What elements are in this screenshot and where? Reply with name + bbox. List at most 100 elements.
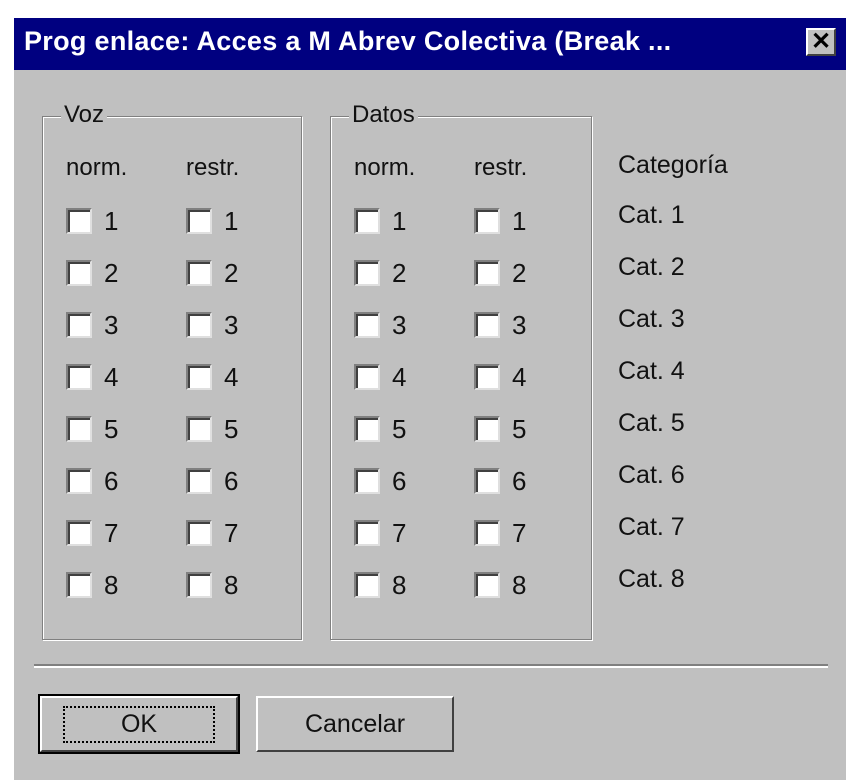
voz-norm-checkbox-4[interactable]: 4	[66, 360, 118, 394]
close-button[interactable]: ✕	[806, 28, 836, 56]
voz-restr-checkbox-4[interactable]: 4	[186, 360, 238, 394]
datos-restr-checkbox-1[interactable]: 1	[474, 204, 526, 238]
checkbox-box[interactable]	[474, 364, 500, 390]
checkbox-label: 7	[512, 517, 527, 548]
checkbox-box[interactable]	[66, 312, 92, 338]
datos-restr-checkbox-3[interactable]: 3	[474, 308, 526, 342]
voz-norm-checkbox-6[interactable]: 6	[66, 464, 118, 498]
voz-norm-checkbox-8[interactable]: 8	[66, 568, 118, 602]
checkbox-box[interactable]	[474, 416, 500, 442]
checkbox-label: 1	[392, 205, 407, 236]
checkbox-label: 6	[512, 465, 527, 496]
cancel-button[interactable]: Cancelar	[256, 696, 454, 752]
checkbox-label: 4	[512, 361, 527, 392]
checkbox-box[interactable]	[66, 468, 92, 494]
checkbox-label: 7	[224, 517, 239, 548]
checkbox-box[interactable]	[354, 520, 380, 546]
voz-restr-checkbox-7[interactable]: 7	[186, 516, 238, 550]
checkbox-box[interactable]	[186, 520, 212, 546]
separator-line	[34, 664, 828, 668]
checkbox-label: 4	[392, 361, 407, 392]
checkbox-box[interactable]	[66, 572, 92, 598]
datos-restr-checkbox-2[interactable]: 2	[474, 256, 526, 290]
checkbox-box[interactable]	[474, 312, 500, 338]
checkbox-box[interactable]	[186, 572, 212, 598]
voz-group-label: Voz	[61, 101, 108, 129]
categoria-item-8: Cat. 8	[618, 565, 685, 593]
checkbox-box[interactable]	[354, 468, 380, 494]
checkbox-label: 2	[512, 257, 527, 288]
checkbox-box[interactable]	[66, 208, 92, 234]
categoria-item-5: Cat. 5	[618, 409, 685, 437]
ok-button[interactable]: OK	[38, 694, 240, 754]
window-title: Prog enlace: Acces a M Abrev Colectiva (…	[24, 26, 672, 56]
checkbox-label: 1	[512, 205, 527, 236]
checkbox-label: 7	[392, 517, 407, 548]
voz-norm-checkbox-2[interactable]: 2	[66, 256, 118, 290]
checkbox-label: 3	[224, 309, 239, 340]
checkbox-box[interactable]	[186, 364, 212, 390]
checkbox-box[interactable]	[186, 312, 212, 338]
datos-norm-checkbox-1[interactable]: 1	[354, 204, 406, 238]
datos-norm-checkbox-6[interactable]: 6	[354, 464, 406, 498]
datos-norm-checkbox-5[interactable]: 5	[354, 412, 406, 446]
datos-restr-header: restr.	[474, 154, 528, 181]
checkbox-box[interactable]	[66, 260, 92, 286]
datos-norm-checkbox-3[interactable]: 3	[354, 308, 406, 342]
checkbox-box[interactable]	[186, 260, 212, 286]
checkbox-label: 8	[224, 569, 239, 600]
voz-restr-checkbox-6[interactable]: 6	[186, 464, 238, 498]
datos-restr-checkbox-6[interactable]: 6	[474, 464, 526, 498]
datos-norm-checkbox-7[interactable]: 7	[354, 516, 406, 550]
checkbox-box[interactable]	[474, 208, 500, 234]
checkbox-box[interactable]	[66, 364, 92, 390]
close-icon: ✕	[810, 28, 832, 55]
datos-norm-checkbox-4[interactable]: 4	[354, 360, 406, 394]
datos-restr-checkbox-4[interactable]: 4	[474, 360, 526, 394]
checkbox-box[interactable]	[186, 416, 212, 442]
checkbox-box[interactable]	[474, 260, 500, 286]
checkbox-box[interactable]	[354, 364, 380, 390]
voz-norm-checkbox-3[interactable]: 3	[66, 308, 118, 342]
categoria-item-1: Cat. 1	[618, 201, 685, 229]
voz-restr-checkbox-8[interactable]: 8	[186, 568, 238, 602]
categoria-header: Categoría	[618, 151, 728, 179]
checkbox-label: 5	[224, 413, 239, 444]
checkbox-box[interactable]	[186, 468, 212, 494]
checkbox-box[interactable]	[354, 416, 380, 442]
checkbox-box[interactable]	[474, 572, 500, 598]
checkbox-label: 3	[512, 309, 527, 340]
checkbox-box[interactable]	[354, 572, 380, 598]
voz-norm-checkbox-5[interactable]: 5	[66, 412, 118, 446]
categoria-item-7: Cat. 7	[618, 513, 685, 541]
checkbox-box[interactable]	[186, 208, 212, 234]
checkbox-label: 3	[104, 309, 119, 340]
checkbox-box[interactable]	[354, 208, 380, 234]
checkbox-box[interactable]	[66, 520, 92, 546]
title-bar: Prog enlace: Acces a M Abrev Colectiva (…	[14, 18, 846, 70]
voz-restr-checkbox-3[interactable]: 3	[186, 308, 238, 342]
voz-norm-checkbox-1[interactable]: 1	[66, 204, 118, 238]
voz-restr-checkbox-5[interactable]: 5	[186, 412, 238, 446]
datos-norm-header: norm.	[354, 154, 416, 181]
datos-restr-checkbox-7[interactable]: 7	[474, 516, 526, 550]
checkbox-box[interactable]	[474, 520, 500, 546]
checkbox-label: 5	[104, 413, 119, 444]
checkbox-box[interactable]	[354, 260, 380, 286]
voz-restr-checkbox-2[interactable]: 2	[186, 256, 238, 290]
categoria-item-2: Cat. 2	[618, 253, 685, 281]
voz-restr-checkbox-1[interactable]: 1	[186, 204, 238, 238]
voz-norm-header: norm.	[66, 154, 128, 181]
checkbox-box[interactable]	[66, 416, 92, 442]
datos-norm-checkbox-2[interactable]: 2	[354, 256, 406, 290]
datos-restr-checkbox-8[interactable]: 8	[474, 568, 526, 602]
checkbox-box[interactable]	[354, 312, 380, 338]
checkbox-label: 1	[104, 205, 119, 236]
datos-restr-checkbox-5[interactable]: 5	[474, 412, 526, 446]
checkbox-label: 2	[224, 257, 239, 288]
categoria-item-3: Cat. 3	[618, 305, 685, 333]
datos-norm-checkbox-8[interactable]: 8	[354, 568, 406, 602]
ok-button-label: OK	[62, 705, 216, 743]
voz-norm-checkbox-7[interactable]: 7	[66, 516, 118, 550]
checkbox-box[interactable]	[474, 468, 500, 494]
